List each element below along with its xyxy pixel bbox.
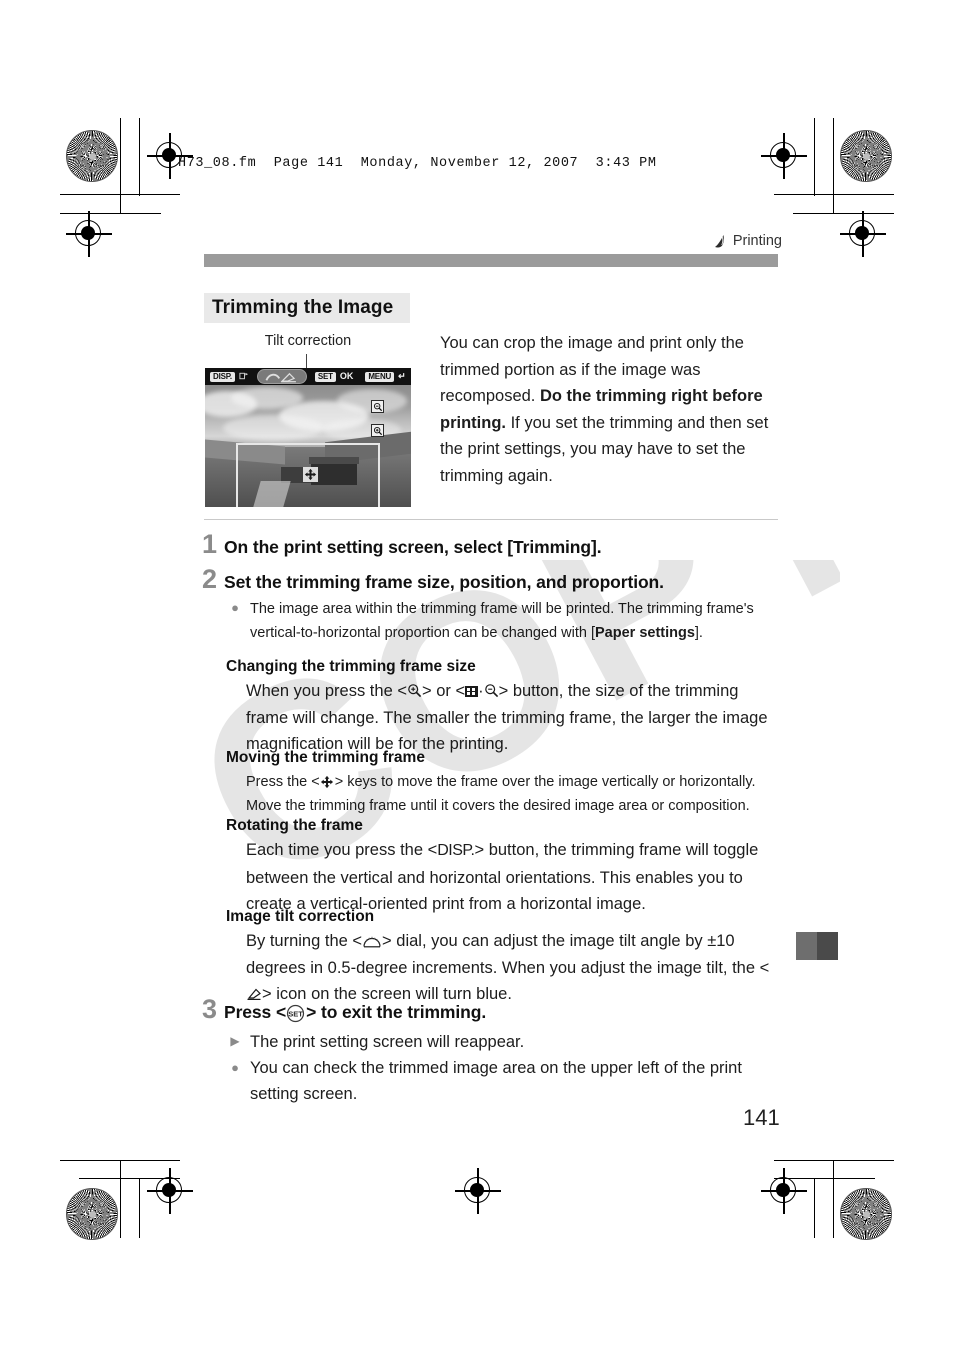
intro-paragraph: You can crop the image and print only th… (440, 330, 780, 489)
trimming-frame (236, 443, 380, 507)
step-2-title: Set the trimming frame size, position, a… (224, 572, 664, 592)
lcd-toolbar: DISP. SET OK MENU ↵ (205, 368, 411, 385)
header-rule (204, 254, 778, 267)
set-button-icon: SET (286, 1004, 306, 1024)
magnify-plus-icon (371, 424, 384, 437)
lcd-rotate-icon (239, 368, 249, 386)
step-1-title: On the print setting screen, select [Tri… (224, 537, 602, 557)
bullet-triangle-icon: ▶ (230, 1034, 240, 1048)
step-1-number: 1 (202, 529, 218, 559)
main-dial-icon (362, 930, 382, 948)
margin-thumb-tab (796, 932, 838, 960)
lcd-ok-label: OK (339, 371, 354, 381)
lcd-back-arrow-icon: ↵ (398, 371, 406, 381)
step-3-number: 3 (202, 994, 218, 1024)
chapter-tag: Printing (713, 233, 782, 249)
step-2-number: 2 (202, 564, 218, 594)
disp-button-icon: DISP. (437, 842, 475, 859)
step-1: 1 On the print setting screen, select [T… (202, 531, 778, 558)
step-3-bullet-2: ● You can check the trimmed image area o… (228, 1055, 776, 1107)
sub2-t1: Press the < (246, 774, 320, 790)
lcd-photo (205, 385, 411, 507)
section-title: Trimming the Image (204, 293, 410, 323)
bullet-post: ]. (694, 625, 703, 641)
camera-lcd-screen: DISP. SET OK MENU ↵ (205, 368, 411, 507)
subbody-moving-frame: Press the < > keys to move the frame over… (246, 770, 780, 818)
svg-text:SET: SET (288, 1010, 303, 1019)
section-divider (204, 519, 778, 520)
subbody-changing-frame-size: When you press the < > or < · > button, the… (246, 678, 780, 758)
step-3-bullet-1-text: The print setting screen will reappear. (250, 1033, 525, 1051)
magnify-minus-icon (484, 680, 499, 698)
step-3-title-post: > to exit the trimming. (306, 1002, 487, 1022)
bullet-bold: Paper settings (594, 625, 695, 641)
printer-icon (713, 234, 729, 249)
lcd-disp-button[interactable]: DISP. (210, 371, 235, 382)
step-3-bullet-2-text: You can check the trimmed image area on … (250, 1059, 742, 1103)
step-3-bullet-1: ▶ The print setting screen will reappear… (228, 1029, 780, 1055)
step-2-bullet-text: The image area within the trimming frame… (250, 597, 780, 645)
bullet-dot-icon: ● (231, 600, 239, 615)
subbody-rotating-frame: Each time you press the <DISP.> button, … (246, 837, 780, 918)
step-3-title-pre: Press < (224, 1002, 287, 1022)
bullet-dot-icon: ● (231, 1060, 239, 1075)
magnify-icon (407, 680, 422, 698)
page-content: Printing Trimming the Image Tilt correct… (0, 0, 954, 1352)
index-icon (465, 686, 479, 697)
sub1-t2: > or < (421, 682, 466, 700)
lcd-set-button[interactable]: SET (314, 371, 336, 382)
step-3-title: Press < SET > to exit the trimming. (224, 1002, 486, 1024)
magnify-minus-icon (371, 400, 384, 413)
subhead-rotating-frame: Rotating the frame (226, 817, 363, 834)
figure-caption: Tilt correction (264, 333, 352, 349)
subhead-moving-frame: Moving the trimming frame (226, 749, 425, 766)
lcd-menu-button[interactable]: MENU (365, 371, 395, 382)
step-2: 2 Set the trimming frame size, position,… (202, 566, 778, 593)
page-number: 141 (743, 1105, 780, 1130)
subhead-image-tilt-correction: Image tilt correction (226, 908, 375, 925)
sub3-t1: Each time you press the < (246, 841, 438, 859)
sub4-t1: By turning the < (246, 932, 363, 950)
subhead-changing-frame-size: Changing the trimming frame size (226, 658, 476, 675)
tilt-correction-highlight (257, 369, 307, 384)
step-3: 3 Press < SET > to exit the trimming. (202, 996, 778, 1024)
cross-keys-icon (320, 773, 335, 789)
step-2-bullet: ● The image area within the trimming fra… (228, 597, 780, 645)
chapter-label: Printing (732, 233, 782, 249)
sub1-t1: When you press the < (246, 682, 407, 700)
